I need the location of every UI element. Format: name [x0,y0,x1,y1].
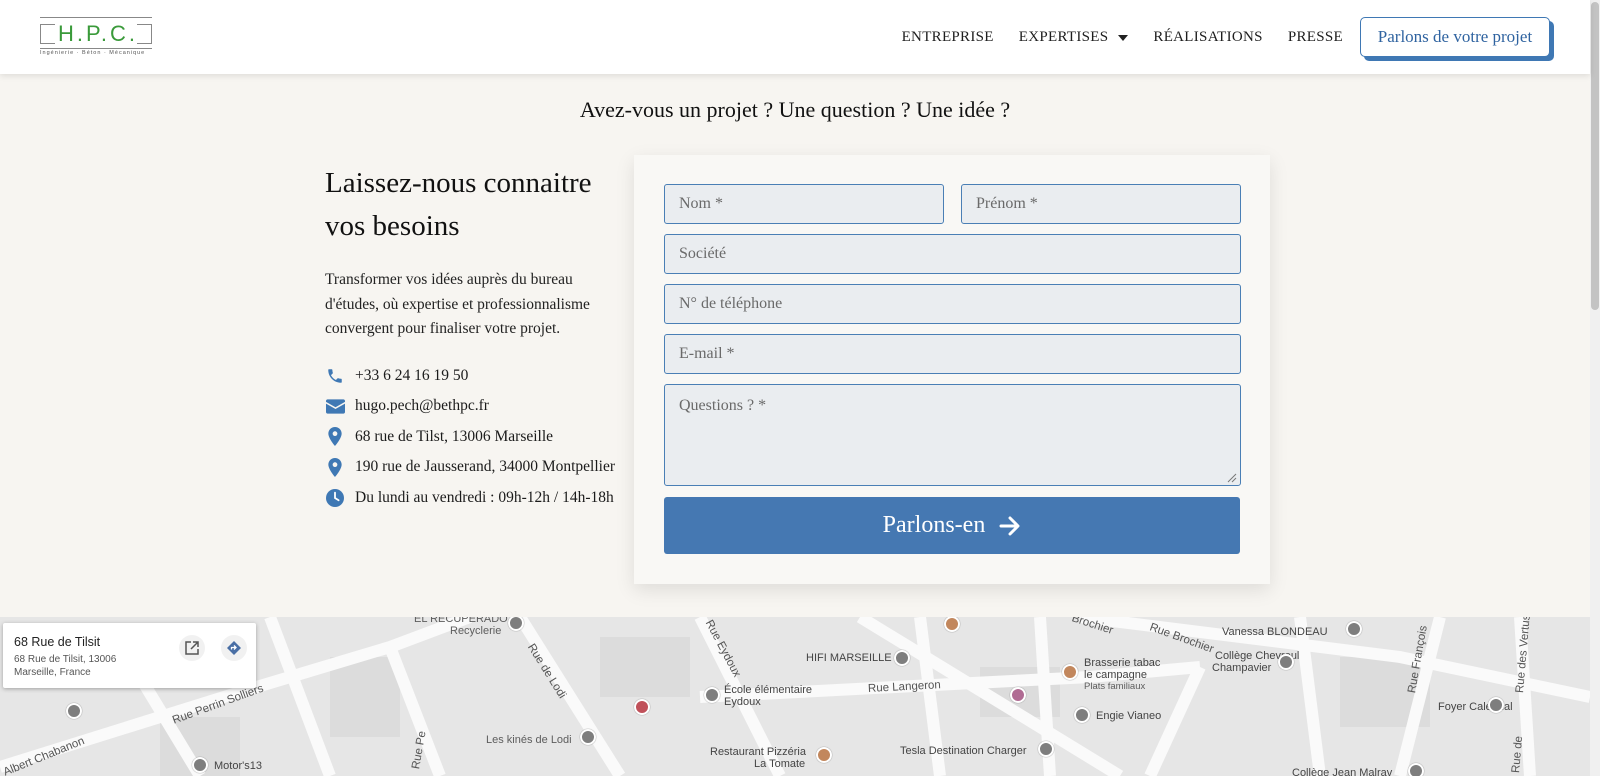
map-label: Tesla Destination Charger [900,745,1027,757]
page-scrollbar[interactable] [1590,0,1600,776]
contact-text: 190 rue de Jausserand, 34000 Montpellier [355,458,615,476]
map-pin-icon[interactable] [634,699,650,715]
nav-label: ENTREPRISE [901,28,994,45]
place-title: 68 Rue de Tilsit [14,635,101,649]
map-pin-icon[interactable] [192,757,208,773]
map-marker-icon [325,457,345,477]
contact-text: 68 rue de Tilst, 13006 Marseille [355,427,554,445]
email-input[interactable] [664,334,1241,374]
map-label: EL RECUPERADO [414,617,508,625]
logo-text: H.P.C. [58,21,138,46]
phone-input[interactable] [664,284,1241,324]
contact-address-montpellier[interactable]: 190 rue de Jausserand, 34000 Montpellier [325,452,630,483]
logo-tagline: Ingénierie · Béton · Mécanique [40,50,146,56]
place-address: 68 Rue de Tilsit, 13006 Marseille, Franc… [14,654,117,678]
nav-label: RÉALISATIONS [1153,28,1263,45]
map-label: Brasserie tabac [1084,657,1161,669]
map-label: Collège Jean Malrav [1292,767,1393,776]
map-label: Plats familiaux [1084,681,1146,692]
school-pin-icon[interactable] [66,703,82,719]
contact-email[interactable]: hugo.pech@bethpc.fr [325,391,630,422]
school-pin-icon[interactable] [704,687,720,703]
hpc-logo[interactable]: H.P.C. Ingénierie · Béton · Mécanique [40,17,156,57]
map-label: Recyclerie [450,625,502,637]
restaurant-pin-icon[interactable] [816,747,832,763]
societe-input[interactable] [664,234,1241,274]
school-pin-icon[interactable] [1408,763,1424,776]
map-label: Engie Vianeo [1096,710,1162,722]
title-line: vos besoins [325,210,460,242]
google-map[interactable]: EL RECUPERADO Recyclerie Rue de Lodi Rue… [0,617,1590,776]
map-label: Vanessa BLONDEAU [1222,626,1328,638]
map-label: HIFI MARSEILLE [806,652,892,664]
main-nav: ENTREPRISE EXPERTISES RÉALISATIONS PRESS… [877,17,1550,57]
scrollbar-thumb[interactable] [1591,2,1599,310]
contact-text: hugo.pech@bethpc.fr [355,397,489,415]
nom-input[interactable] [664,184,944,224]
contact-text: +33 6 24 16 19 50 [355,366,469,384]
phone-icon [325,366,345,386]
nav-item-realisations[interactable]: RÉALISATIONS [1153,29,1262,46]
map-label: le campagne [1084,669,1147,681]
hotel-pin-icon[interactable] [1010,687,1026,703]
prenom-input[interactable] [961,184,1241,224]
charger-pin-icon[interactable] [1038,741,1054,757]
open-in-maps-button[interactable] [179,635,205,661]
clock-icon [325,488,345,508]
nav-label: EXPERTISES [1018,28,1109,45]
map-pin-icon[interactable] [1346,621,1362,637]
contact-info: Laissez-nous connaitre vos besoins Transf… [325,162,630,513]
map-label: Motor's13 [214,760,262,772]
map-pin-icon[interactable] [1488,697,1504,713]
map-label: Les kinés de Lodi [486,734,572,746]
caret-down-icon [1118,35,1129,41]
contact-phone[interactable]: +33 6 24 16 19 50 [325,361,630,392]
site-header: H.P.C. Ingénierie · Béton · Mécanique EN… [0,0,1590,74]
map-label: École élémentaire [724,684,813,696]
resize-handle-icon[interactable] [1227,473,1237,483]
submit-button[interactable]: Parlons-en [664,497,1240,554]
contact-list: +33 6 24 16 19 50 hugo.pech@bethpc.fr 68… [325,361,630,514]
envelope-icon [325,396,345,416]
nav-item-presse[interactable]: PRESSE [1288,29,1343,46]
map-marker-icon [325,427,345,447]
contact-intro: Transformer vos idées auprès du bureau d… [325,271,590,337]
contact-address-marseille[interactable]: 68 rue de Tilst, 13006 Marseille [325,422,630,453]
questions-textarea[interactable] [664,384,1241,486]
arrow-right-icon [999,516,1020,535]
nav-item-entreprise[interactable]: ENTREPRISE [902,29,994,46]
map-label: Champavier [1212,662,1272,674]
map-pin-icon[interactable] [580,729,596,745]
shop-pin-icon[interactable] [894,650,910,666]
map-label: Restaurant Pizzéria [710,746,806,758]
restaurant-pin-icon[interactable] [1062,664,1078,680]
external-link-icon [185,641,199,655]
contact-hours: Du lundi au vendredi : 09h-12h / 14h-18h [325,483,630,514]
charger-pin-icon[interactable] [1074,707,1090,723]
directions-button[interactable] [221,635,247,661]
map-place-card: 68 Rue de Tilsit 68 Rue de Tilsit, 13006… [3,623,256,688]
nav-item-expertises[interactable]: EXPERTISES [1019,29,1129,46]
contact-text: Du lundi au vendredi : 09h-12h / 14h-18h [355,488,614,506]
nav-label: PRESSE [1287,28,1343,45]
map-label: La Tomate [754,758,806,770]
contact-form-card: Parlons-en [634,155,1270,584]
submit-label: Parlons-en [882,512,986,538]
map-label: Eydoux [724,696,761,708]
directions-icon [227,641,241,655]
cta-project-button[interactable]: Parlons de votre projet [1360,17,1550,57]
section-heading: Avez-vous un projet ? Une question ? Une… [579,97,1011,122]
school-pin-icon[interactable] [1278,654,1294,670]
title-line: Laissez-nous connaitre [325,167,592,199]
contact-title: Laissez-nous connaitre vos besoins [325,162,630,248]
